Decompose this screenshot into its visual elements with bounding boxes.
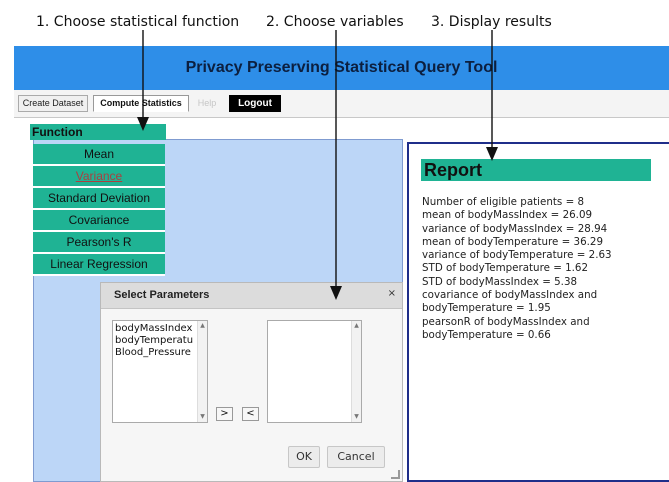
arrow-step3-head <box>486 147 498 161</box>
arrow-step2-head <box>330 286 342 300</box>
annotation-arrows <box>137 30 498 300</box>
arrow-step1-head <box>137 117 149 131</box>
